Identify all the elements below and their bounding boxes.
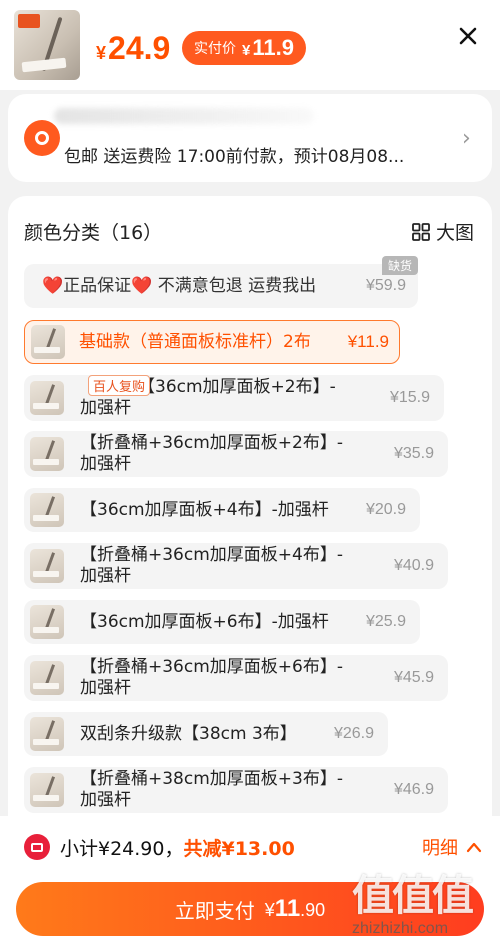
subtotal-label: 小计¥24.90， [60,838,184,860]
sku-option-name-line1: 【折叠桶+36cm加厚面板+2布】- [80,433,343,453]
sku-option-image [30,717,64,751]
pay-amount: ¥11.90 [265,895,325,923]
sku-option-image [30,661,64,695]
sku-option-image [31,325,65,359]
thumb-badge [18,14,40,28]
actual-price-pill: 实付价 ¥11.9 [182,31,306,65]
sku-option-36cm-6[interactable]: 【36cm加厚面板+6布】-加强杆 ¥25.9 [24,600,420,644]
big-view-label: 大图 [436,222,475,244]
chevron-right-icon[interactable]: › [462,126,471,151]
product-thumbnail[interactable] [14,10,80,80]
sku-option-name-line2: 加强杆 [80,398,131,418]
sku-option-price: ¥20.9 [365,501,406,518]
actual-price-currency: ¥ [242,42,251,59]
sku-option-guarantee[interactable]: ❤️正品保证❤️ 不满意包退 运费我出 ¥59.9 缺货 [24,256,418,308]
sku-option-bucket-36cm-6[interactable]: 【折叠桶+36cm加厚面板+6布】- 加强杆 ¥45.9 [24,655,448,701]
sku-option-image [30,437,64,471]
sku-option-bucket-38cm-3[interactable]: 【折叠桶+38cm加厚面板+3布】- 加强杆 ¥46.9 [24,767,448,813]
detail-toggle[interactable]: 明细 [422,834,482,860]
actual-price-label: 实付价 [194,40,236,56]
ticket-icon [24,834,50,860]
sku-option-name: 双刮条升级款【38cm 3布】 [80,724,297,744]
detail-label: 明细 [422,838,458,859]
shipping-card[interactable]: 包邮 送运费险 17:00前付款，预计08月08... [8,94,492,182]
sku-option-price: ¥46.9 [393,781,434,798]
sku-option-price: ¥11.9 [347,332,389,351]
sku-option-name: 基础款（普通面板标准杆）2布 [79,332,311,352]
sku-option-price: ¥35.9 [393,445,434,462]
sku-option-name-line2: 加强杆 [80,790,131,810]
sku-option-image [30,381,64,415]
big-view-toggle[interactable]: 大图 [412,218,474,245]
sku-option-name-line2: 加强杆 [80,566,131,586]
pay-now-button[interactable]: 立即支付 ¥11.90 [16,882,484,936]
sku-option-36cm-2[interactable]: 百人复购 【36cm加厚面板+2布】- 加强杆 ¥15.9 [24,375,444,421]
discount-label: 共减¥13.00 [183,838,295,860]
sku-option-price: ¥45.9 [393,669,434,686]
sku-option-price: ¥40.9 [393,557,434,574]
sku-option-name-line1: 【折叠桶+36cm加厚面板+4布】- [80,545,343,565]
original-price: ¥ 24.9 [96,30,170,67]
product-header: ¥ 24.9 实付价 ¥11.9 [0,0,500,90]
sku-option-image [30,549,64,583]
price-currency: ¥ [96,43,107,63]
sku-option-name-line1: 【折叠桶+38cm加厚面板+3布】- [80,769,343,789]
options-title: 颜色分类（16） [24,222,163,244]
out-of-stock-badge: 缺货 [381,256,418,275]
sku-option-price: ¥15.9 [389,389,430,406]
sku-option-name: 【折叠桶+36cm加厚面板+4布】- 加强杆 [80,545,343,587]
shipping-info: 包邮 送运费险 17:00前付款，预计08月08... [64,147,405,167]
sku-option-name-line2: 加强杆 [80,454,131,474]
sku-option-36cm-4[interactable]: 【36cm加厚面板+4布】-加强杆 ¥20.9 [24,488,420,532]
grid-icon [412,222,430,241]
sku-option-price: ¥25.9 [365,613,406,630]
price-value: 24.9 [108,30,171,66]
sku-option-basic[interactable]: 基础款（普通面板标准杆）2布 ¥11.9 [24,320,400,364]
sku-option-image [30,605,64,639]
pay-currency: ¥ [264,900,275,920]
checkout-footer: 小计¥24.90，共减¥13.00 明细 立即支付 ¥11.90 [0,816,500,949]
sku-option-image [30,493,64,527]
pay-label: 立即支付 [174,898,255,923]
blurred-address [54,108,314,124]
location-pin-icon [24,120,60,156]
sku-option-double-scraper[interactable]: 双刮条升级款【38cm 3布】 ¥26.9 [24,712,388,756]
sku-option-name: 【折叠桶+38cm加厚面板+3布】- 加强杆 [80,769,343,811]
sku-option-name: ❤️正品保证❤️ 不满意包退 运费我出 [42,276,317,296]
sku-option-name: 【36cm加厚面板+4布】-加强杆 [80,500,329,520]
sku-option-image [30,773,64,807]
subtotal-summary: 小计¥24.90，共减¥13.00 [60,834,295,861]
sku-option-name: 【折叠桶+36cm加厚面板+2布】- 加强杆 [80,433,343,475]
sku-option-price: ¥26.9 [333,725,374,742]
chevron-up-icon [466,842,482,853]
sku-option-name-line2: 加强杆 [80,678,131,698]
sku-options-panel: 颜色分类（16） 大图 ❤️正品保证❤️ 不满意包退 运费我出 ¥59.9 缺货… [8,196,492,816]
repurchase-badge: 百人复购 [88,375,151,396]
sku-option-name: 【36cm加厚面板+6布】-加强杆 [80,612,329,632]
pay-amount-int: 11 [274,895,301,922]
sku-option-bucket-36cm-4[interactable]: 【折叠桶+36cm加厚面板+4布】- 加强杆 ¥40.9 [24,543,448,589]
sku-option-price: ¥59.9 [365,277,406,294]
sku-option-name: 【折叠桶+36cm加厚面板+6布】- 加强杆 [80,657,343,699]
sku-option-name-line1: 【折叠桶+36cm加厚面板+6布】- [80,657,343,677]
actual-price-amount: ¥11.9 [242,35,294,61]
actual-price-value: 11.9 [252,35,294,60]
sku-option-bucket-36cm-2[interactable]: 【折叠桶+36cm加厚面板+2布】- 加强杆 ¥35.9 [24,431,448,477]
close-icon [459,27,477,45]
close-button[interactable] [454,22,482,50]
pay-amount-dec: .90 [300,900,326,920]
